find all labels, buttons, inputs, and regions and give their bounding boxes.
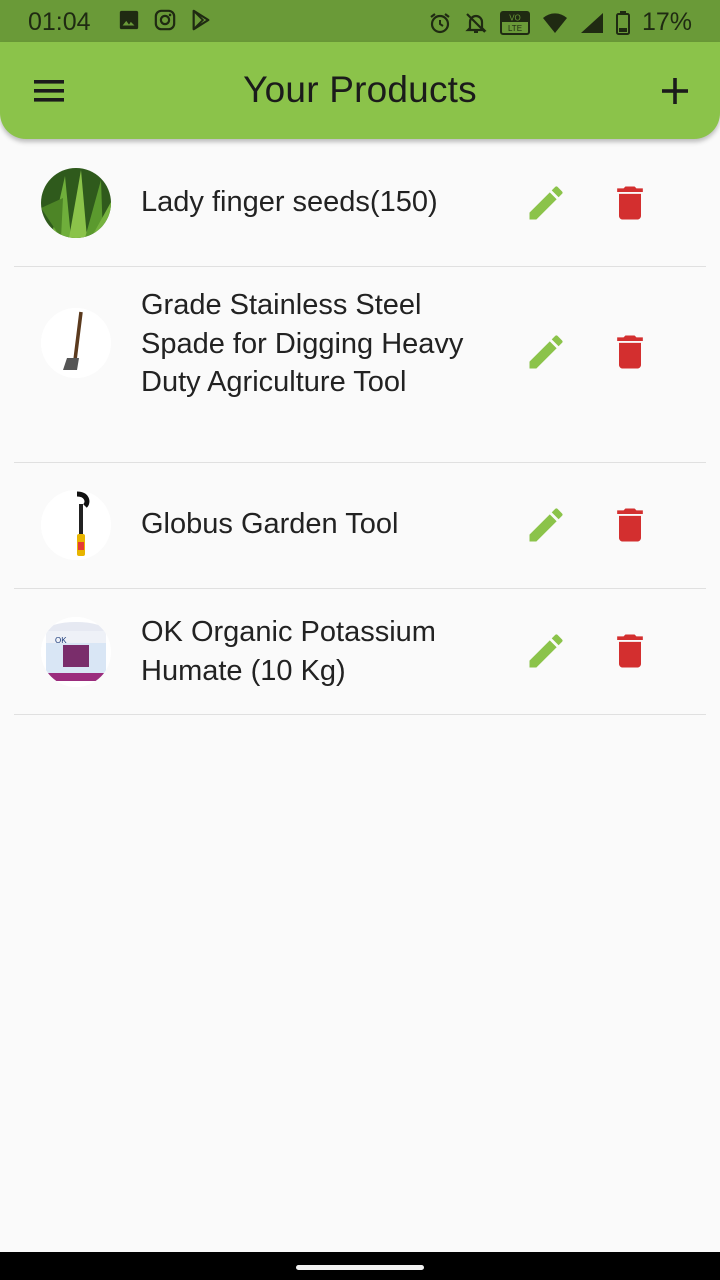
delete-icon [608,629,652,673]
delete-button[interactable] [608,629,652,673]
wifi-icon [542,12,568,34]
delete-button[interactable] [608,503,652,547]
instagram-icon [154,9,176,31]
signal-icon [580,12,604,34]
delete-icon [608,181,652,225]
list-item[interactable]: Grade Stainless Steel Spade for Digging … [14,267,706,463]
product-name: Grade Stainless Steel Spade for Digging … [141,289,464,398]
status-right-icons: VO LTE 17% [428,8,692,37]
alarm-icon [428,11,452,35]
edit-button[interactable] [524,330,568,374]
list-item[interactable]: OK OK Organic Potassium Humate (10 Kg) [14,589,706,715]
status-left-icons [118,9,212,31]
svg-text:VO: VO [509,13,521,22]
product-name: OK Organic Potassium Humate (10 Kg) [141,616,436,687]
delete-button[interactable] [608,181,652,225]
edit-button[interactable] [524,181,568,225]
system-navigation-bar [0,1252,720,1280]
app-bar: Your Products [0,42,720,139]
play-store-icon [190,9,212,31]
status-time: 01:04 [28,8,91,36]
notifications-off-icon [464,11,488,35]
home-gesture-handle[interactable] [296,1265,424,1270]
product-list: Lady finger seeds(150) Grade Stainless S… [14,140,706,715]
list-item[interactable]: Globus Garden Tool [14,463,706,589]
product-thumbnail [41,490,111,560]
list-item[interactable]: Lady finger seeds(150) [14,140,706,267]
delete-icon [608,503,652,547]
edit-button[interactable] [524,503,568,547]
svg-text:LTE: LTE [508,24,522,33]
status-bar: 01:04 VO LTE 17% [0,0,720,42]
product-name: Globus Garden Tool [141,508,399,540]
edit-icon [524,181,568,225]
edit-icon [524,330,568,374]
product-name: Lady finger seeds(150) [141,186,438,218]
delete-button[interactable] [608,330,652,374]
volte-icon: VO LTE [499,10,530,35]
edit-icon [524,503,568,547]
page-title: Your Products [243,69,477,110]
delete-icon [608,330,652,374]
add-product-button[interactable] [650,68,700,114]
edit-button[interactable] [524,629,568,673]
battery-icon [615,10,630,35]
battery-percent: 17% [641,8,692,36]
image-icon [118,9,140,31]
product-thumbnail [41,308,111,378]
svg-text:OK: OK [55,636,67,645]
product-thumbnail [41,168,111,238]
edit-icon [524,629,568,673]
add-icon [650,68,700,114]
product-thumbnail: OK [41,617,111,687]
